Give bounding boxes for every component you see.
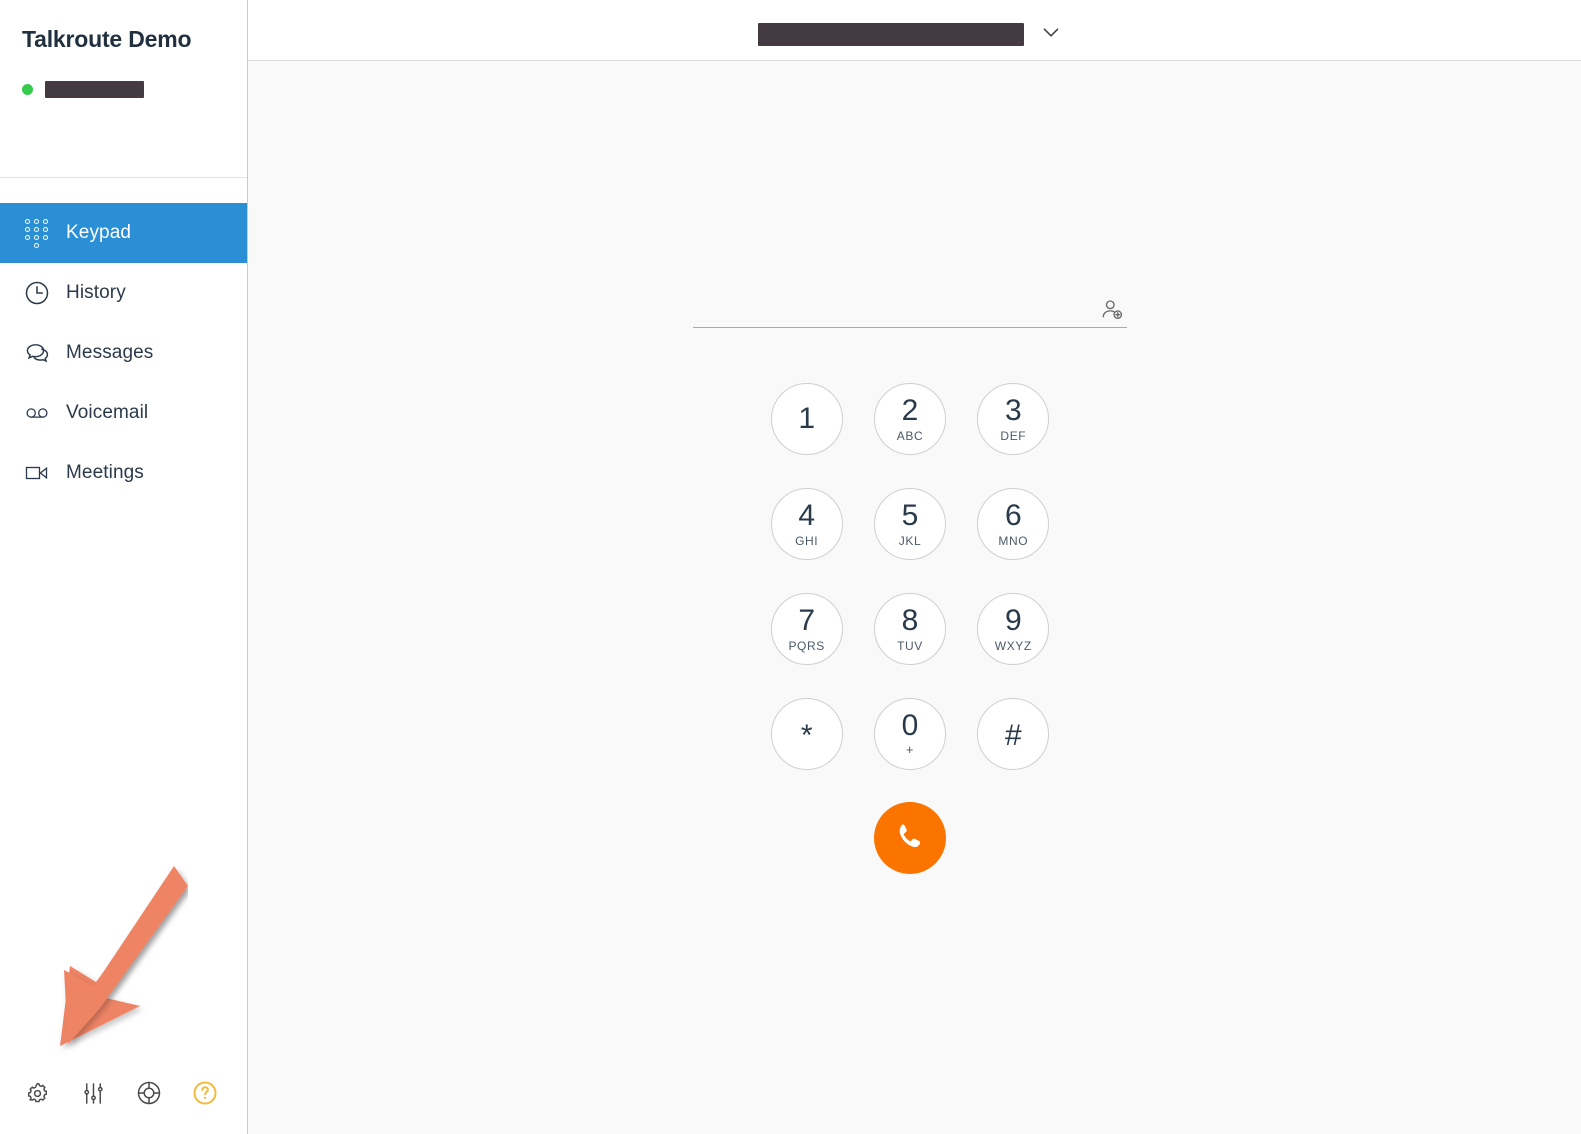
key-letters: GHI	[795, 533, 819, 548]
main-header	[248, 0, 1581, 61]
sidebar-item-label-history: History	[66, 282, 126, 303]
key-hash[interactable]: #	[977, 698, 1050, 770]
key-letters: ABC	[896, 428, 924, 443]
key-digit: 8	[901, 603, 919, 637]
key-5[interactable]: 5 JKL	[873, 488, 946, 560]
dialer-panel: 1 2 ABC 3 DEF 4 GHI 5 JKL 6 MNO 7 PQRS 8…	[248, 61, 1581, 1134]
sidebar-item-voicemail[interactable]: Voicemail	[0, 383, 247, 443]
sidebar-item-keypad[interactable]: Keypad	[0, 203, 247, 263]
sidebar-item-label-messages: Messages	[66, 342, 154, 363]
annotation-arrow	[60, 866, 188, 1046]
phone-number-input[interactable]	[693, 291, 1087, 325]
key-digit: 1	[798, 402, 815, 435]
key-digit: 2	[901, 393, 919, 427]
account-status-row[interactable]	[22, 81, 247, 98]
sidebar-item-label-keypad: Keypad	[66, 222, 132, 243]
key-letters: MNO	[998, 533, 1029, 548]
key-digit: 4	[798, 498, 815, 532]
key-letters: WXYZ	[994, 638, 1032, 653]
sidebar-footer-icons	[22, 1078, 220, 1108]
clock-icon	[20, 276, 54, 310]
video-icon	[20, 456, 54, 490]
redacted-user-name	[45, 81, 144, 98]
sidebar-item-label-meetings: Meetings	[66, 462, 144, 483]
main-content: 1 2 ABC 3 DEF 4 GHI 5 JKL 6 MNO 7 PQRS 8…	[248, 0, 1581, 1134]
life-ring-icon[interactable]	[134, 1078, 164, 1108]
dial-input-underline	[693, 327, 1127, 328]
key-digit: 5	[901, 498, 919, 532]
key-digit: *	[800, 719, 813, 752]
key-8[interactable]: 8 TUV	[873, 593, 946, 665]
key-letters: JKL	[898, 533, 922, 548]
online-status-dot	[22, 84, 33, 95]
sidebar-divider	[0, 177, 247, 178]
key-1[interactable]: 1	[770, 383, 843, 455]
key-6[interactable]: 6 MNO	[977, 488, 1050, 560]
add-contact-icon[interactable]	[1097, 295, 1127, 325]
key-digit: 6	[1004, 498, 1022, 532]
keypad-icon	[20, 216, 54, 250]
account-block: Talkroute Demo	[0, 0, 247, 98]
key-digit: 0	[901, 709, 919, 742]
key-letters: PQRS	[788, 638, 825, 653]
app-window: Talkroute Demo Keypad History Messages V…	[0, 0, 1581, 1134]
dial-input-area	[693, 285, 1127, 328]
phone-icon	[893, 820, 927, 857]
key-letters: DEF	[1000, 428, 1027, 443]
key-digit: 3	[1004, 393, 1022, 427]
key-star[interactable]: *	[770, 698, 843, 770]
call-button[interactable]	[874, 802, 946, 874]
key-digit: 9	[1004, 603, 1022, 637]
key-3[interactable]: 3 DEF	[977, 383, 1050, 455]
key-2[interactable]: 2 ABC	[873, 383, 946, 455]
settings-gear-icon[interactable]	[22, 1078, 52, 1108]
sidebar-nav: Keypad History Messages Voicemail Meetin…	[0, 203, 247, 503]
key-digit: 7	[798, 603, 815, 637]
sidebar: Talkroute Demo Keypad History Messages V…	[0, 0, 248, 1134]
keypad-grid: 1 2 ABC 3 DEF 4 GHI 5 JKL 6 MNO 7 PQRS 8…	[755, 383, 1065, 770]
key-0[interactable]: 0 +	[873, 698, 946, 770]
question-circle-icon[interactable]	[190, 1078, 220, 1108]
chat-icon	[20, 336, 54, 370]
sliders-icon[interactable]	[78, 1078, 108, 1108]
sidebar-item-history[interactable]: History	[0, 263, 247, 323]
sidebar-item-meetings[interactable]: Meetings	[0, 443, 247, 503]
key-4[interactable]: 4 GHI	[770, 488, 843, 560]
key-letters: TUV	[897, 638, 923, 653]
redacted-caller-id	[758, 23, 1024, 46]
key-7[interactable]: 7 PQRS	[770, 593, 843, 665]
caller-id-selector[interactable]	[758, 19, 1064, 50]
key-9[interactable]: 9 WXYZ	[977, 593, 1050, 665]
key-digit: #	[1004, 719, 1022, 752]
sidebar-item-messages[interactable]: Messages	[0, 323, 247, 383]
account-title: Talkroute Demo	[22, 26, 192, 52]
key-letters: +	[905, 742, 915, 757]
chevron-down-icon[interactable]	[1038, 19, 1064, 50]
sidebar-item-label-voicemail: Voicemail	[66, 402, 149, 423]
voicemail-icon	[20, 396, 54, 430]
